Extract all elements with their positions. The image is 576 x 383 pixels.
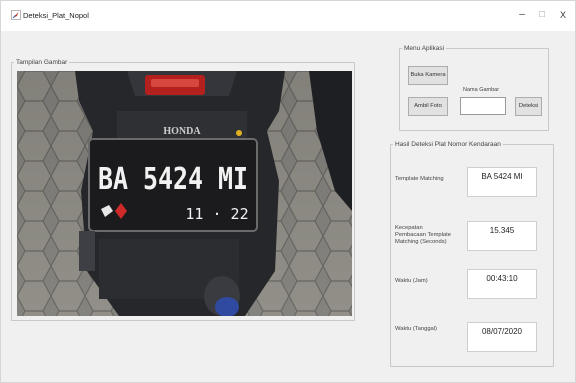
plate-date-text: 11 · 22 [185, 205, 248, 223]
image-name-input[interactable] [460, 97, 506, 115]
window-title: Deteksi_Plat_Nopol [23, 11, 89, 20]
image-display-legend: Tampilan Gambar [16, 59, 68, 66]
time-date-label: Waktu (Tanggal) [395, 326, 437, 332]
time-date-value: 08/07/2020 [467, 322, 537, 352]
detect-button[interactable]: Deteksi [515, 97, 542, 116]
reading-speed-value: 15.345 [467, 221, 537, 251]
title-bar[interactable]: Deteksi_Plat_Nopol – ☐ X [1, 1, 575, 31]
application-window: Deteksi_Plat_Nopol – ☐ X Tampilan Gambar [0, 0, 576, 383]
detection-result-legend: Hasil Deteksi Plat Nomor Kendaraan [395, 141, 501, 148]
take-photo-button[interactable]: Ambil Foto [408, 97, 448, 116]
close-button[interactable]: X [554, 7, 572, 23]
time-hour-label: Waktu (Jam) [395, 278, 428, 284]
template-matching-label: Template Matching [395, 176, 444, 182]
maximize-button[interactable]: ☐ [533, 7, 551, 23]
reading-speed-label: Kecepatan Pembacaan Template Matching (S… [395, 225, 451, 245]
plate-number-text: BA 5424 MI [98, 162, 248, 197]
time-hour-value: 00:43:10 [467, 269, 537, 299]
motorcycle-photo: HONDA BA 5424 MI 11 · 22 [17, 71, 352, 316]
image-name-label: Nama Gambar [463, 87, 500, 93]
open-camera-button[interactable]: Buka Kamera [408, 66, 448, 85]
minimize-button[interactable]: – [513, 7, 531, 23]
brand-text: HONDA [163, 126, 201, 137]
photo-canvas: HONDA BA 5424 MI 11 · 22 [17, 71, 352, 316]
app-icon [11, 10, 21, 20]
app-menu-legend: Menu Aplikasi [404, 45, 445, 52]
template-matching-value: BA 5424 MI [467, 167, 537, 197]
